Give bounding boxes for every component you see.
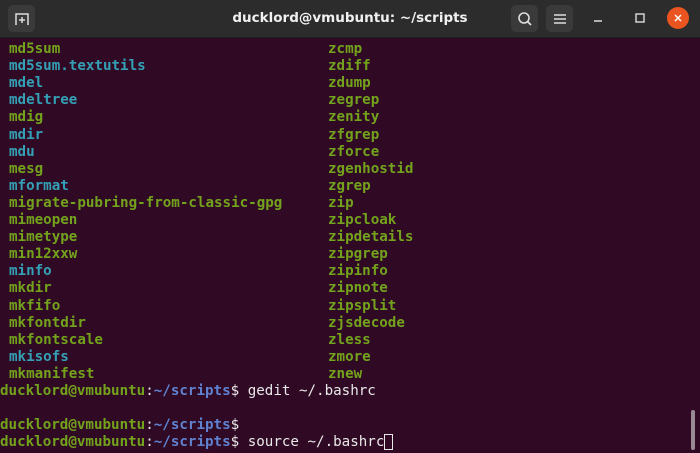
minimize-button[interactable] (587, 7, 609, 29)
file-entry: mdu (9, 143, 35, 160)
command-text: source ~/.bashrc (239, 434, 385, 451)
prompt-user: ducklord@vmubuntu (0, 383, 146, 399)
file-entry: md5sum (9, 41, 61, 57)
file-entry: migrate-pubring-from-classic-gpg (9, 194, 283, 211)
prompt-path: ~/scripts (153, 417, 231, 434)
prompt-line: ducklord@vmubuntu:~/scripts$ gedit ~/.ba… (0, 383, 376, 400)
file-entry: mkdir (9, 280, 52, 297)
file-entry: minfo (9, 263, 52, 280)
file-entry: zgrep (328, 177, 371, 194)
file-entry: mkmanifest (9, 365, 95, 382)
terminal-output[interactable]: md5sum md5sum.textutils mdel mdeltree mdig md… (0, 38, 690, 453)
prompt-sigil: $ (230, 383, 240, 399)
file-entry: zipsplit (328, 297, 397, 314)
file-entry: zjsdecode (328, 314, 405, 331)
file-entry: mimeopen (9, 212, 78, 228)
file-entry: mdeltree (9, 92, 78, 109)
file-entry: mkisofs (9, 348, 69, 365)
file-entry: zcmp (328, 41, 363, 57)
hamburger-menu-icon (553, 13, 566, 24)
prompt-sigil: $ (230, 434, 240, 451)
maximize-icon (635, 13, 645, 23)
file-entry: mkfifo (9, 297, 61, 314)
file-entry: mformat (9, 177, 69, 194)
file-entry: md5sum.textutils (9, 58, 146, 75)
file-entry: zipcloak (328, 212, 397, 228)
scrollbar[interactable] (691, 410, 695, 450)
maximize-button[interactable] (629, 7, 651, 29)
file-entry: mkfontscale (9, 331, 103, 348)
file-entry: zipgrep (328, 246, 388, 263)
file-entry: zip (328, 194, 354, 211)
prompt-separator: : (145, 383, 154, 399)
prompt-sigil: $ (230, 417, 240, 434)
file-entry: mesg (9, 160, 44, 177)
file-entry: zforce (328, 143, 380, 160)
text-cursor (384, 434, 394, 451)
menu-button[interactable] (546, 5, 573, 32)
file-entry: mimetype (9, 229, 78, 246)
file-entry: zdiff (328, 58, 371, 75)
minimize-icon (594, 20, 602, 22)
prompt-user: ducklord@vmubuntu (0, 434, 146, 451)
close-icon (674, 14, 682, 22)
file-entry: mdig (9, 109, 44, 126)
command-text: gedit ~/.bashrc (239, 383, 376, 399)
file-entry: zfgrep (328, 126, 380, 143)
prompt-path: ~/scripts (153, 434, 231, 451)
file-entry: zless (328, 331, 371, 348)
prompt-user: ducklord@vmubuntu (0, 417, 146, 434)
prompt-separator: : (145, 434, 154, 451)
file-entry: zenity (328, 109, 380, 126)
file-entry: mdel (9, 75, 44, 92)
file-entry: zdump (328, 75, 371, 92)
prompt-line: ducklord@vmubuntu:~/scripts$ (0, 417, 239, 434)
prompt-separator: : (145, 417, 154, 434)
file-entry: zegrep (328, 92, 380, 109)
file-entry: zgenhostid (328, 160, 414, 177)
file-entry: mkfontdir (9, 314, 86, 331)
file-entry: min12xxw (9, 246, 78, 263)
prompt-path: ~/scripts (153, 383, 231, 399)
file-entry: mdir (9, 126, 44, 143)
file-entry: zipinfo (328, 263, 388, 280)
file-entry: zipnote (328, 280, 388, 297)
search-icon (517, 11, 532, 26)
prompt-line: ducklord@vmubuntu:~/scripts$ source ~/.b… (0, 434, 394, 451)
file-entry: zipdetails (328, 229, 414, 246)
title-bar: ducklord@vmubuntu: ~/scripts (0, 0, 700, 38)
file-entry: zmore (328, 348, 371, 365)
file-entry: znew (328, 365, 363, 382)
close-button[interactable] (667, 7, 689, 29)
search-button[interactable] (511, 5, 538, 32)
